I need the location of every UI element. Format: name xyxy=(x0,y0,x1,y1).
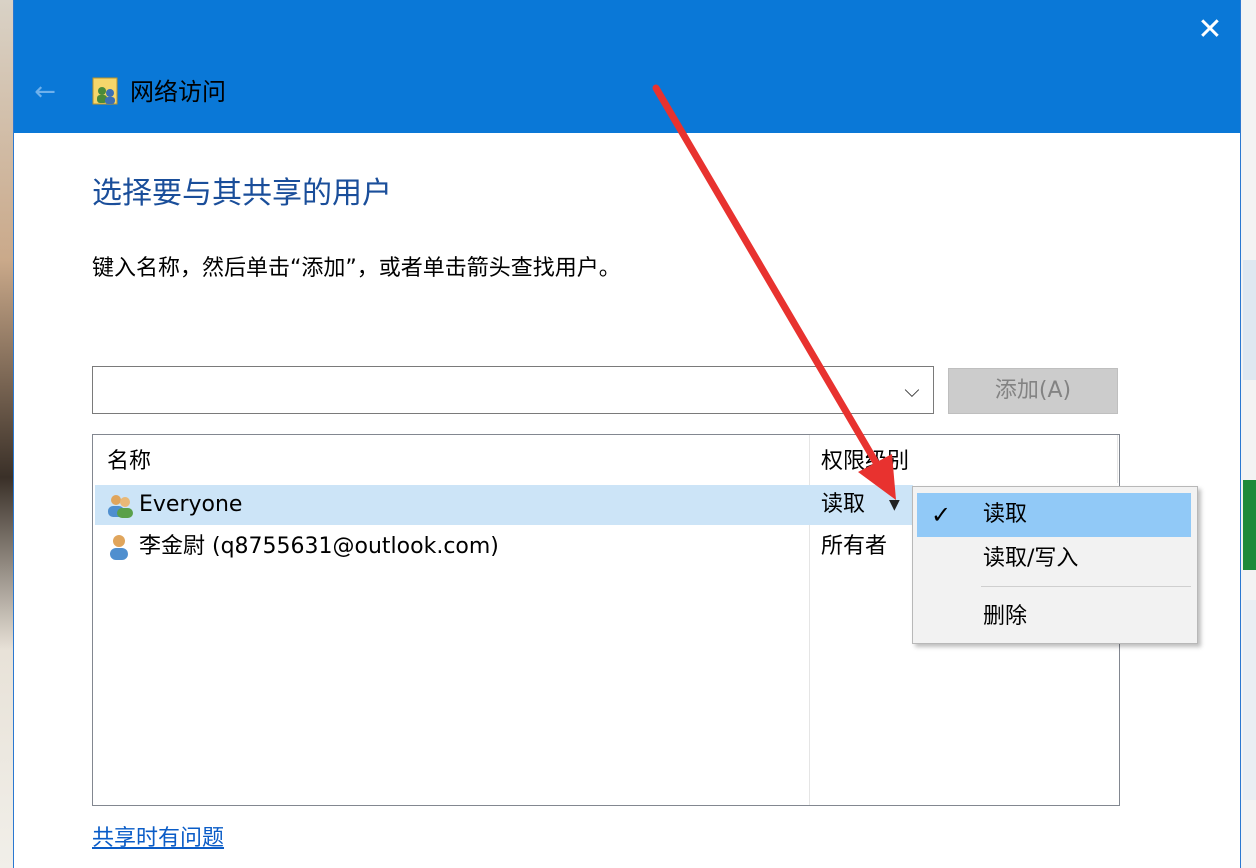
add-button[interactable]: 添加(A) xyxy=(948,368,1118,414)
title-bar: ✕ ← 网络访问 xyxy=(14,0,1240,133)
close-button[interactable]: ✕ xyxy=(1188,8,1232,52)
menu-item-read[interactable]: ✓ 读取 xyxy=(917,493,1191,537)
back-arrow-icon[interactable]: ← xyxy=(30,72,60,112)
column-header-permission[interactable]: 权限级别 xyxy=(821,445,909,479)
checkmark-icon: ✓ xyxy=(931,501,952,529)
users-group-icon xyxy=(108,495,133,518)
background-block xyxy=(1243,600,1256,800)
chevron-down-icon[interactable]: ⌵ xyxy=(897,373,927,407)
column-header-name[interactable]: 名称 xyxy=(107,445,151,479)
permission-value: 所有者 xyxy=(821,534,888,559)
menu-separator xyxy=(981,586,1191,587)
menu-item-label: 删除 xyxy=(983,604,1028,629)
menu-item-remove[interactable]: 删除 xyxy=(917,595,1191,639)
permission-value[interactable]: 读取 xyxy=(821,487,865,523)
window-title: 网络访问 xyxy=(130,78,226,106)
network-access-dialog: ✕ ← 网络访问 选择要与其共享的用户 键入名称，然后单击“添加”，或者单击箭头… xyxy=(14,0,1240,868)
user-name: 李金尉 (q8755631@outlook.com) xyxy=(139,534,499,559)
sharing-help-link[interactable]: 共享时有问题 xyxy=(92,822,224,856)
list-row-owner[interactable]: 李金尉 (q8755631@outlook.com) 所有者 xyxy=(95,527,913,567)
menu-item-label: 读取 xyxy=(983,502,1028,527)
menu-item-read-write[interactable]: 读取/写入 xyxy=(917,537,1191,581)
background-block xyxy=(1243,480,1256,570)
background-right-strip xyxy=(1240,0,1256,868)
user-name-combobox[interactable]: ⌵ xyxy=(92,366,934,414)
permission-context-menu: ✓ 读取 读取/写入 删除 xyxy=(912,486,1198,644)
instructions-text: 键入名称，然后单击“添加”，或者单击箭头查找用户。 xyxy=(92,256,621,281)
permission-dropdown-icon[interactable]: ▼ xyxy=(889,495,900,515)
menu-item-label: 读取/写入 xyxy=(983,546,1079,571)
background-left-strip xyxy=(0,0,14,868)
column-divider xyxy=(1117,435,1118,483)
network-share-icon xyxy=(92,77,118,105)
page-heading: 选择要与其共享的用户 xyxy=(92,176,392,211)
user-name: Everyone xyxy=(139,492,243,517)
background-block xyxy=(1243,260,1256,380)
list-row-everyone[interactable]: Everyone 读取 ▼ xyxy=(95,485,913,525)
user-icon xyxy=(110,535,128,560)
